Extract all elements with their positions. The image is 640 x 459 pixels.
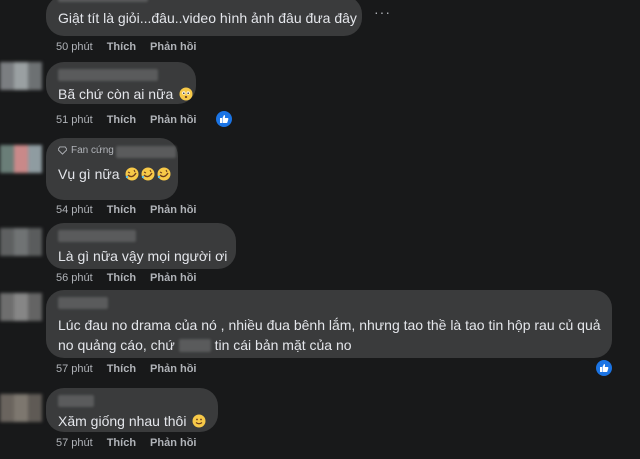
- comment-time[interactable]: 57 phút: [56, 437, 93, 449]
- comment-time[interactable]: 54 phút: [56, 204, 93, 216]
- blurred-author-name: [58, 69, 158, 81]
- comment-text-line-2a: no quảng cáo, chứ: [58, 337, 175, 353]
- like-button[interactable]: Thích: [107, 437, 136, 449]
- reply-button[interactable]: Phản hồi: [150, 272, 196, 284]
- blurred-author-name: [58, 0, 148, 2]
- comment-time[interactable]: 50 phút: [56, 41, 93, 53]
- like-button[interactable]: Thích: [107, 272, 136, 284]
- avatar[interactable]: [0, 228, 42, 256]
- comment-actions: 56 phút Thích Phản hồi: [56, 272, 197, 284]
- comment-bubble: Fan cứng Vụ gì nữa: [46, 138, 178, 200]
- comment-text: Bã chứ còn ai nữa: [58, 86, 174, 102]
- badge-label: Fan cứng: [71, 145, 114, 156]
- rofl-emoji-icon: [157, 167, 171, 181]
- comment-time[interactable]: 57 phút: [56, 363, 93, 375]
- comment-text-line-1: Lúc đau no drama của nó , nhiều đua bênh…: [58, 317, 601, 333]
- like-button[interactable]: Thích: [107, 41, 136, 53]
- comment-bubble: Xăm giống nhau thôi: [46, 388, 218, 432]
- comment-text: Giật tít là giỏi...đâu..video hình ảnh đ…: [58, 10, 357, 26]
- comment-actions: 57 phút Thích Phản hồi: [56, 437, 197, 449]
- blurred-author-name: [116, 146, 176, 158]
- reply-button[interactable]: Phản hồi: [150, 437, 196, 449]
- more-options-icon[interactable]: ···: [374, 4, 391, 20]
- comment-bubble: Giật tít là giỏi...đâu..video hình ảnh đ…: [46, 0, 362, 36]
- blurred-author-name: [58, 230, 136, 242]
- comment-actions: 51 phút Thích Phản hồi: [56, 114, 197, 126]
- avatar[interactable]: [0, 62, 42, 90]
- comment-bubble: Là gì nữa vậy mọi người ơi: [46, 223, 236, 269]
- reply-button[interactable]: Phản hồi: [150, 204, 196, 216]
- blurred-author-name: [58, 395, 94, 407]
- emoji-icon: [179, 87, 193, 101]
- comment-text: Xăm giống nhau thôi: [58, 413, 187, 429]
- avatar[interactable]: [0, 394, 42, 422]
- reply-button[interactable]: Phản hồi: [150, 363, 196, 375]
- rofl-emoji-icon: [125, 167, 139, 181]
- rofl-emoji-icon: [141, 167, 155, 181]
- reply-button[interactable]: Phản hồi: [150, 114, 196, 126]
- comment-bubble: Bã chứ còn ai nữa: [46, 62, 196, 104]
- like-button[interactable]: Thích: [107, 114, 136, 126]
- comment-text: Vụ gì nữa: [58, 166, 120, 182]
- comment-bubble: Lúc đau no drama của nó , nhiều đua bênh…: [46, 290, 612, 358]
- like-reaction-icon[interactable]: [216, 111, 232, 127]
- comment-text-line-2b: tin cái bản mặt của no: [214, 337, 352, 353]
- comment-actions: 57 phút Thích Phản hồi: [56, 363, 197, 375]
- comment-actions: 54 phút Thích Phản hồi: [56, 204, 197, 216]
- like-button[interactable]: Thích: [107, 363, 136, 375]
- comment-time[interactable]: 56 phút: [56, 272, 93, 284]
- like-reaction-icon[interactable]: [596, 360, 612, 376]
- comment-text: Là gì nữa vậy mọi người ơi: [58, 248, 228, 264]
- reply-button[interactable]: Phản hồi: [150, 41, 196, 53]
- avatar[interactable]: [0, 145, 42, 173]
- blurred-author-name: [58, 297, 108, 309]
- like-button[interactable]: Thích: [107, 204, 136, 216]
- smile-emoji-icon: [192, 414, 206, 428]
- blurred-text: [178, 339, 211, 352]
- diamond-icon: [58, 146, 67, 155]
- avatar[interactable]: [0, 293, 42, 321]
- comment-time[interactable]: 51 phút: [56, 114, 93, 126]
- comment-actions: 50 phút Thích Phản hồi: [56, 41, 197, 53]
